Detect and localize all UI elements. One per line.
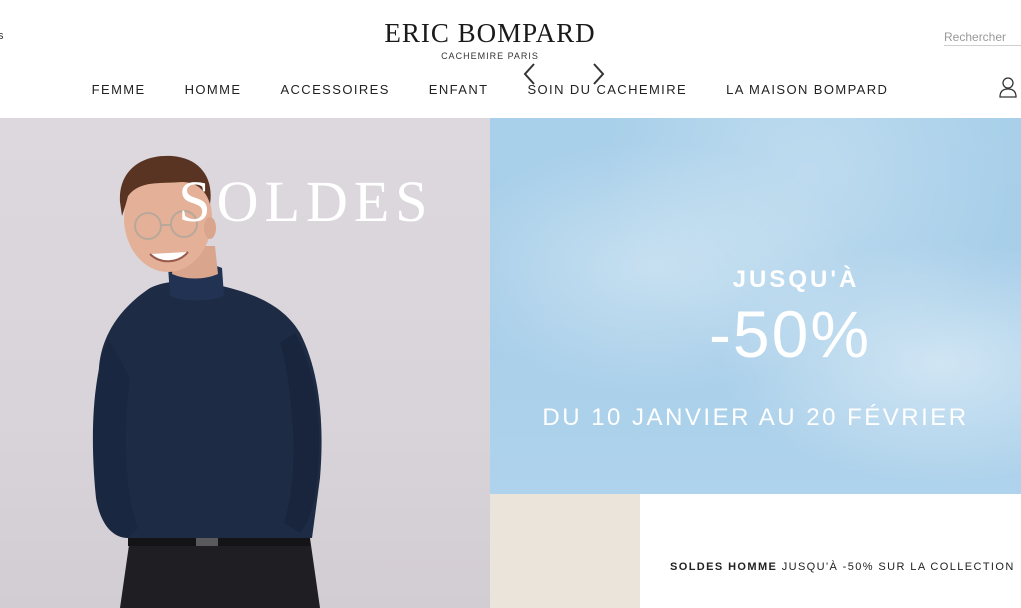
search-input[interactable] [944, 28, 1021, 44]
search-box [944, 28, 1021, 46]
brand-logo[interactable]: ERIC BOMPARD CACHEMIRE PARIS [0, 18, 980, 61]
nav-item-accessoires[interactable]: ACCESSOIRES [280, 82, 389, 97]
nav-item-homme[interactable]: HOMME [185, 82, 242, 97]
caption-title: SOLDES HOMME [670, 561, 778, 573]
nav-item-enfant[interactable]: ENFANT [429, 82, 489, 97]
caption-text: JUSQU'À -50% SUR LA COLLECTION [777, 561, 1015, 573]
sale-dates: DU 10 JANVIER AU 20 FÉVRIER [542, 404, 969, 431]
main-navigation: FEMME HOMME ACCESSOIRES ENFANT SOIN DU C… [0, 82, 980, 97]
carousel-strip [490, 494, 1021, 608]
nav-item-la-maison-bompard[interactable]: LA MAISON BOMPARD [726, 82, 888, 97]
brand-name: ERIC BOMPARD [384, 18, 596, 48]
brand-tagline: CACHEMIRE PARIS [441, 51, 539, 61]
site-header: s ERIC BOMPARD CACHEMIRE PARIS FEMME HOM… [0, 0, 1021, 118]
nav-item-femme[interactable]: FEMME [92, 82, 146, 97]
carousel-caption[interactable]: SOLDES HOMME JUSQU'À -50% SUR LA COLLECT… [670, 561, 1015, 573]
sale-upto-label: JUSQU'À [732, 266, 860, 293]
carousel-thumbnail[interactable] [490, 494, 640, 608]
sale-title: SOLDES [178, 169, 434, 234]
user-icon[interactable] [998, 76, 1018, 98]
sale-discount: -50% [708, 297, 872, 371]
chevron-right-icon[interactable] [588, 60, 608, 88]
chevron-left-icon[interactable] [520, 60, 540, 88]
